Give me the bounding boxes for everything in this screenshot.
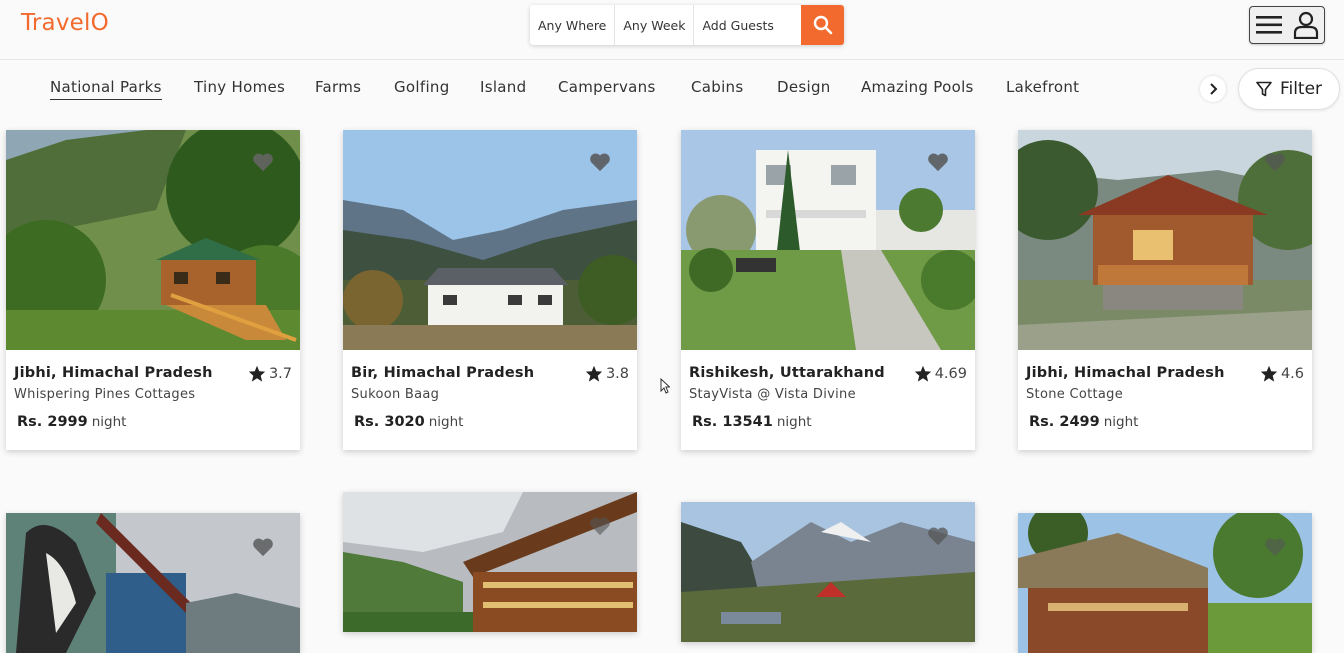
listing-card[interactable] (343, 492, 637, 632)
brand-logo[interactable]: TravelO (21, 10, 109, 36)
listing-photo[interactable] (343, 130, 637, 350)
listing-card[interactable] (1018, 513, 1312, 653)
search-week[interactable]: Any Week (615, 5, 695, 45)
listing-photo[interactable] (681, 130, 975, 350)
listing-price: Rs. 2999 night (17, 414, 126, 430)
category-farms[interactable]: Farms (315, 78, 361, 96)
rating-value: 4.69 (934, 365, 967, 382)
price-unit: night (91, 414, 127, 430)
category-campervans[interactable]: Campervans (558, 78, 656, 96)
listing-name: Whispering Pines Cottages (14, 387, 196, 402)
listing-card[interactable]: Bir, Himachal Pradesh 3.8 Sukoon Baag Rs… (343, 130, 637, 450)
favorite-heart-icon[interactable] (252, 152, 274, 172)
listing-name: StayVista @ Vista Divine (689, 387, 856, 402)
category-bar: National Parks Tiny Homes Farms Golfing … (0, 62, 1344, 116)
category-lakefront[interactable]: Lakefront (1006, 78, 1079, 96)
listing-photo[interactable] (1018, 130, 1312, 350)
category-national-parks[interactable]: National Parks (50, 78, 162, 100)
category-scroll-right-button[interactable] (1200, 76, 1226, 102)
search-guests[interactable]: Add Guests (694, 5, 781, 45)
listing-rating: 4.6 (1260, 365, 1304, 382)
listing-rating: 4.69 (914, 365, 967, 382)
listing-photo[interactable] (1018, 513, 1312, 653)
price-value: Rs. 2999 (17, 414, 88, 430)
filter-icon (1256, 81, 1272, 97)
star-icon (585, 365, 603, 382)
listing-card[interactable] (6, 513, 300, 653)
category-tiny-homes[interactable]: Tiny Homes (194, 78, 285, 96)
listing-card[interactable]: Jibhi, Himachal Pradesh 3.7 Whispering P… (6, 130, 300, 450)
price-value: Rs. 3020 (354, 414, 425, 430)
star-icon (1260, 365, 1278, 382)
listing-price: Rs. 2499 night (1029, 414, 1138, 430)
favorite-heart-icon[interactable] (1264, 152, 1286, 172)
filter-button[interactable]: Filter (1238, 68, 1340, 110)
search-button[interactable] (801, 5, 844, 45)
category-island[interactable]: Island (480, 78, 526, 96)
listing-name: Sukoon Baag (351, 387, 440, 402)
price-unit: night (776, 414, 812, 430)
rating-value: 4.6 (1280, 365, 1304, 382)
rating-value: 3.7 (268, 365, 292, 382)
user-menu-button[interactable] (1249, 6, 1325, 44)
favorite-heart-icon[interactable] (589, 152, 611, 172)
listing-location: Jibhi, Himachal Pradesh (14, 365, 213, 381)
hamburger-icon (1256, 16, 1282, 34)
listing-card[interactable]: Rishikesh, Uttarakhand 4.69 StayVista @ … (681, 130, 975, 450)
category-amazing-pools[interactable]: Amazing Pools (861, 78, 974, 96)
listing-location: Bir, Himachal Pradesh (351, 365, 535, 381)
chevron-right-icon (1210, 83, 1218, 95)
listing-price: Rs. 3020 night (354, 414, 463, 430)
category-design[interactable]: Design (777, 78, 831, 96)
search-icon (813, 15, 832, 35)
rating-value: 3.8 (605, 365, 629, 382)
listing-price: Rs. 13541 night (692, 414, 812, 430)
favorite-heart-icon[interactable] (1264, 537, 1286, 557)
price-value: Rs. 13541 (692, 414, 773, 430)
price-unit: night (1103, 414, 1139, 430)
category-cabins[interactable]: Cabins (691, 78, 743, 96)
search-bar[interactable]: Any Where Any Week Add Guests (530, 5, 844, 45)
star-icon (914, 365, 931, 382)
favorite-heart-icon[interactable] (927, 526, 949, 546)
price-unit: night (428, 414, 464, 430)
favorite-heart-icon[interactable] (589, 516, 611, 536)
listing-rating: 3.7 (248, 365, 292, 382)
favorite-heart-icon[interactable] (252, 537, 274, 557)
listing-card[interactable] (681, 502, 975, 642)
mouse-cursor-icon (660, 378, 670, 394)
filter-label: Filter (1279, 79, 1323, 99)
price-value: Rs. 2499 (1029, 414, 1100, 430)
user-icon (1293, 11, 1319, 39)
listing-location: Rishikesh, Uttarakhand (689, 365, 885, 381)
listing-location: Jibhi, Himachal Pradesh (1026, 365, 1225, 381)
listing-photo[interactable] (6, 513, 300, 653)
search-where[interactable]: Any Where (530, 5, 616, 45)
listing-card[interactable]: Jibhi, Himachal Pradesh 4.6 Stone Cottag… (1018, 130, 1312, 450)
star-icon (248, 365, 266, 382)
listing-photo[interactable] (343, 492, 637, 632)
listing-photo[interactable] (681, 502, 975, 642)
favorite-heart-icon[interactable] (927, 152, 949, 172)
listing-rating: 3.8 (585, 365, 629, 382)
category-golfing[interactable]: Golfing (394, 78, 450, 96)
listing-name: Stone Cottage (1026, 387, 1124, 402)
top-header: TravelO Any Where Any Week Add Guests (0, 0, 1344, 60)
listing-photo[interactable] (6, 130, 300, 350)
